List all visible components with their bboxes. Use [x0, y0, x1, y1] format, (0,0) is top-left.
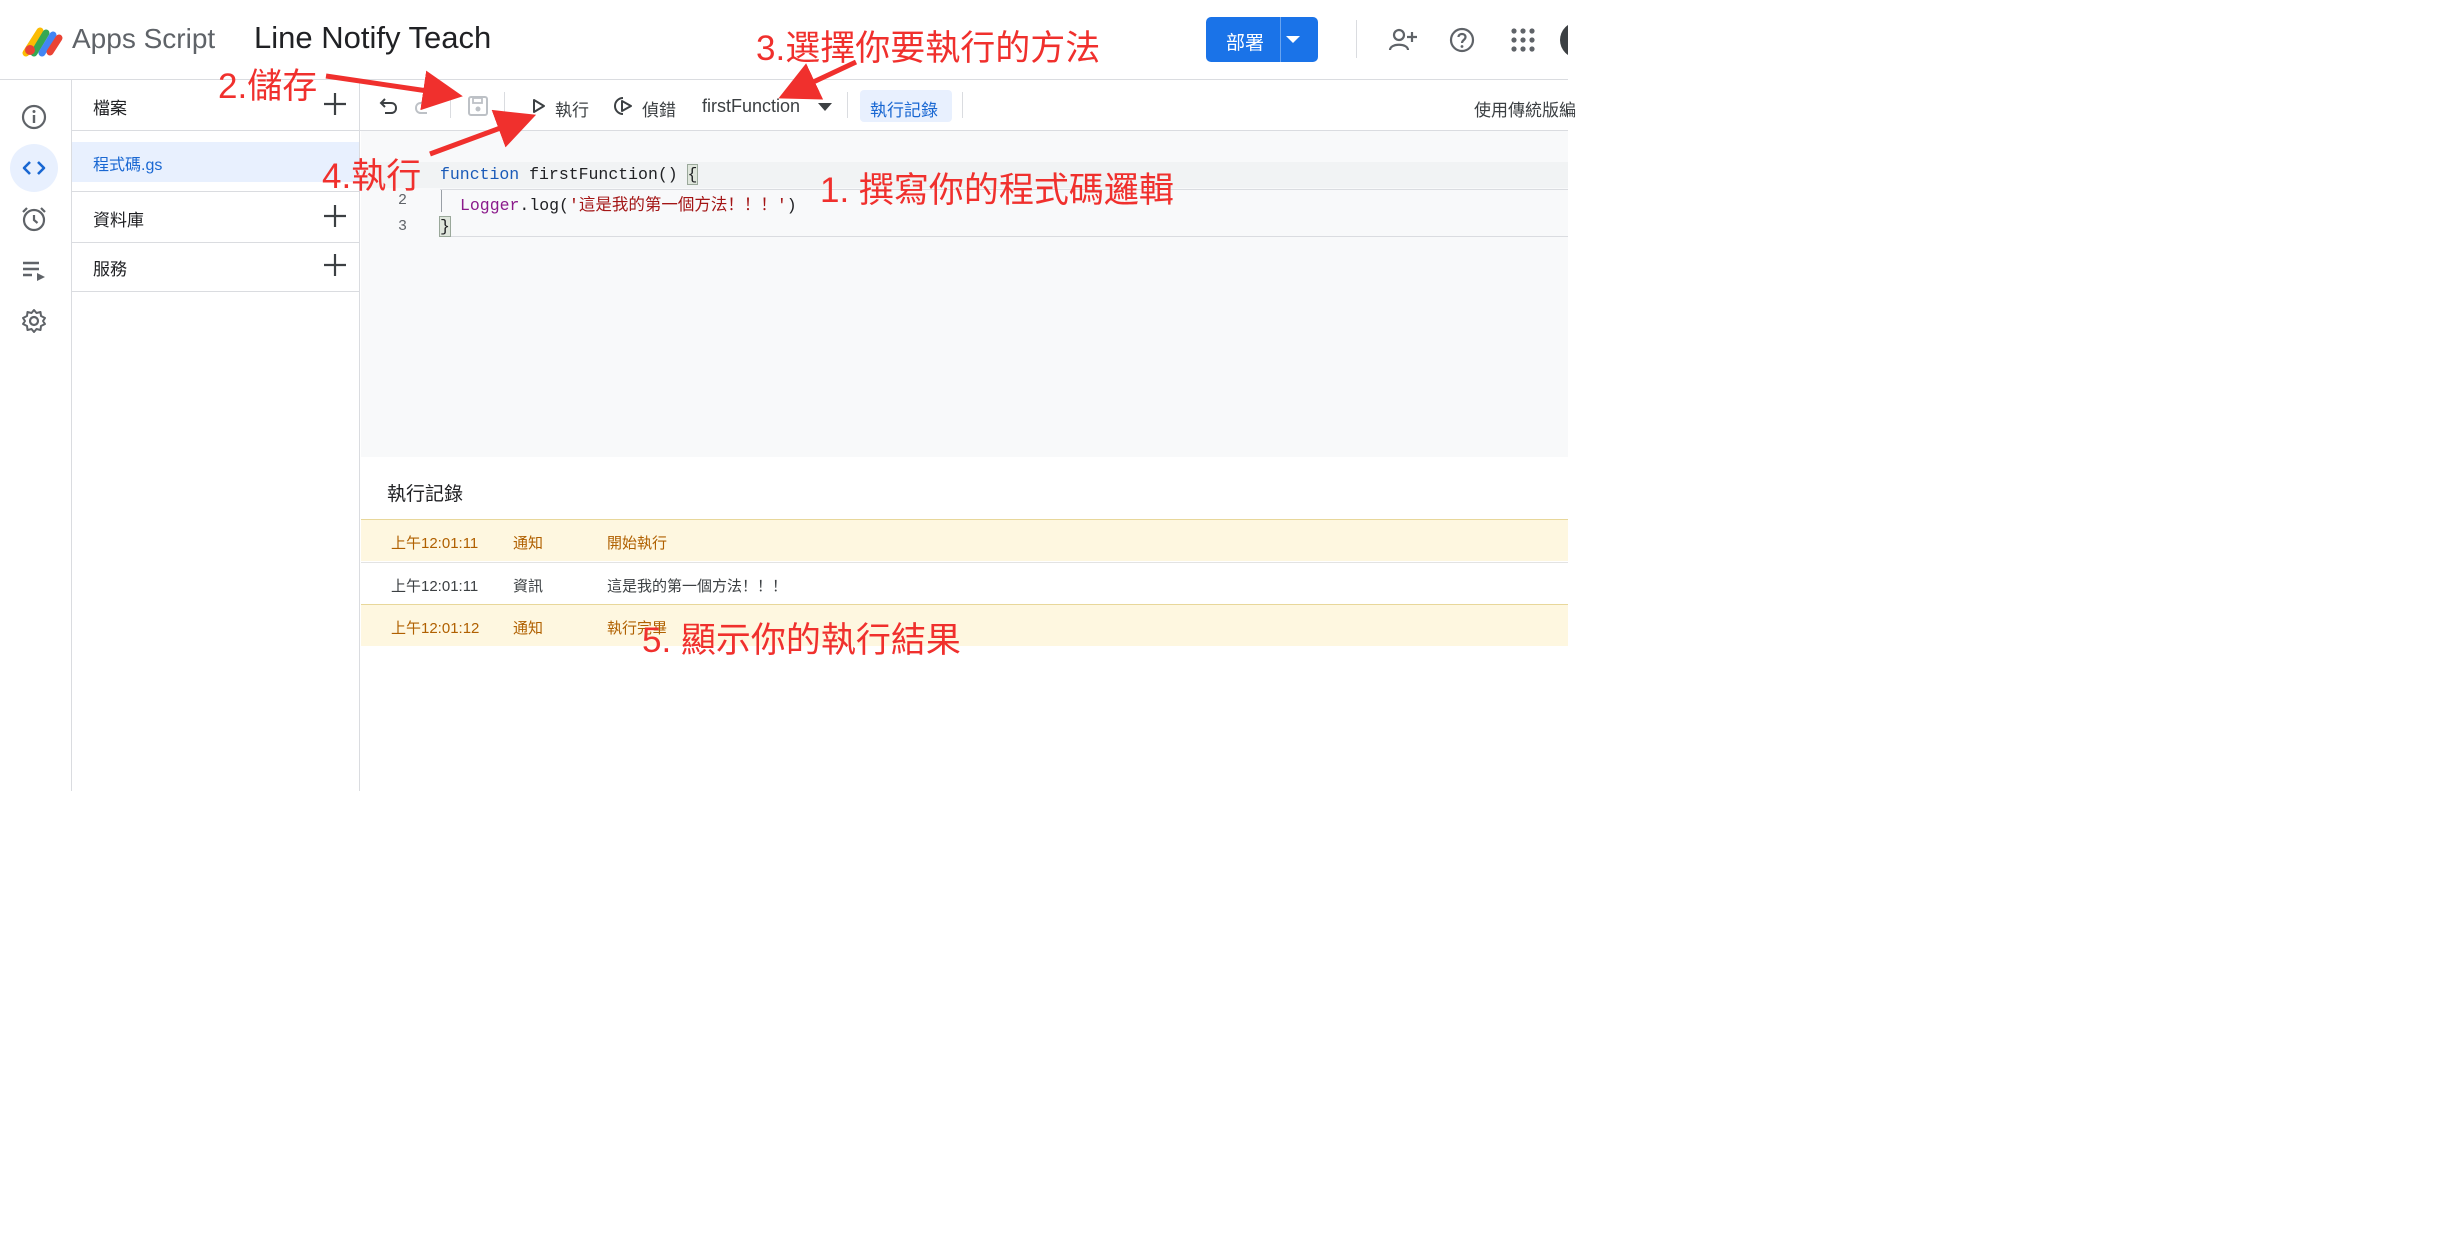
- annotation-step-5: 5. 顯示你的執行結果: [642, 621, 961, 660]
- arrow-to-run: [429, 109, 537, 157]
- annotation-step-4: 4.執行: [322, 157, 422, 196]
- arrow-to-save: [325, 70, 463, 111]
- annotation-arrows: [325, 59, 858, 157]
- annotation-step-1: 1. 撰寫你的程式碼邏輯: [820, 171, 1174, 210]
- annotation-step-3: 3.選擇你要執行的方法: [756, 29, 1101, 68]
- annotation-step-2: 2.儲存: [218, 67, 318, 106]
